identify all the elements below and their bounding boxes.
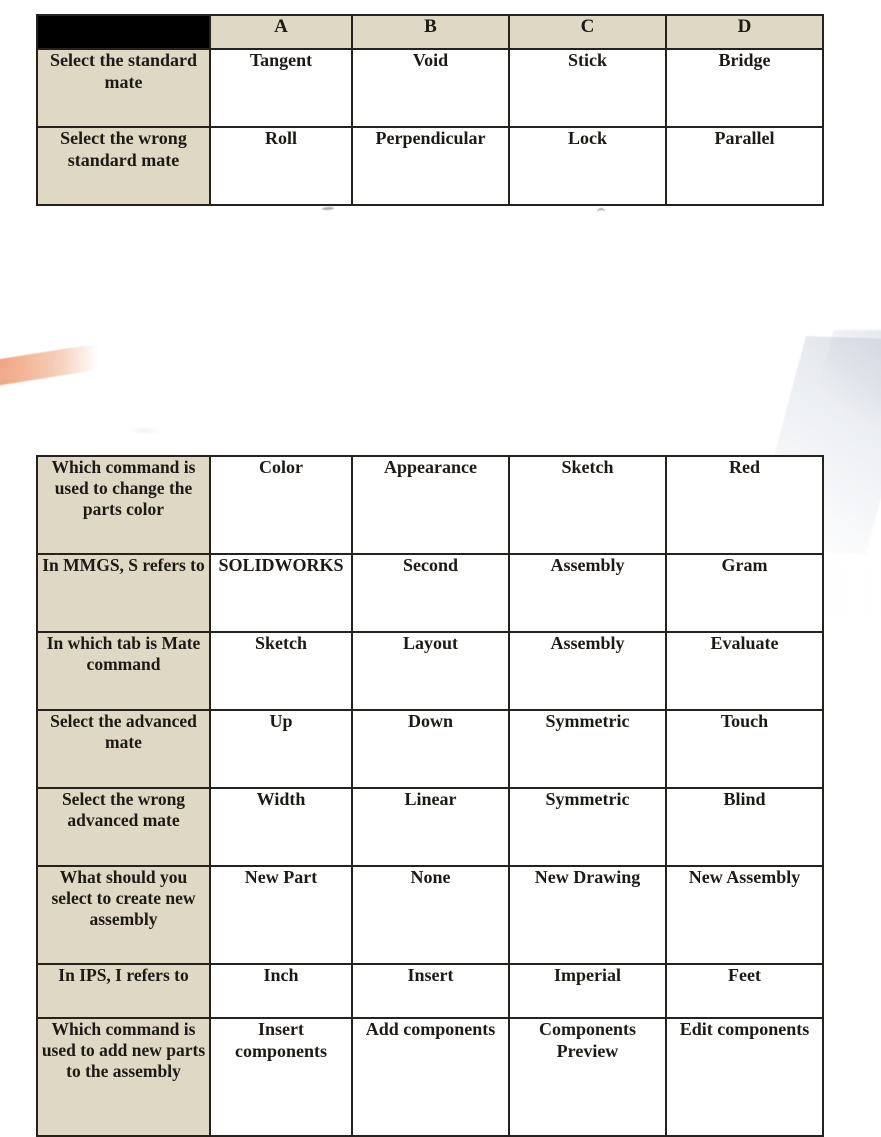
table-row: Select the advanced mate Up Down Symmetr… <box>36 709 824 789</box>
option-b[interactable]: Layout <box>351 631 510 711</box>
option-a[interactable]: SOLIDWORKS <box>209 553 353 633</box>
header-cell-a: A <box>209 14 353 50</box>
option-c[interactable]: Stick <box>508 48 667 128</box>
table-header: A B C D <box>36 14 824 50</box>
option-b[interactable]: Second <box>351 553 510 633</box>
option-a[interactable]: Tangent <box>209 48 353 128</box>
option-b[interactable]: Insert <box>351 963 510 1019</box>
option-b[interactable]: Appearance <box>351 455 510 555</box>
commands-question-table: Which command is used to change the part… <box>36 455 824 1137</box>
table-row: In which tab is Mate command Sketch Layo… <box>36 631 824 711</box>
table-row: Select the wrong advanced mate Width Lin… <box>36 787 824 867</box>
header-row: A B C D <box>36 14 824 50</box>
option-d[interactable]: Evaluate <box>665 631 824 711</box>
option-c[interactable]: Assembly <box>508 631 667 711</box>
question-prompt: In IPS, I refers to <box>36 963 211 1019</box>
option-d[interactable]: Touch <box>665 709 824 789</box>
header-cell-blank <box>36 14 211 50</box>
option-a[interactable]: Sketch <box>209 631 353 711</box>
option-d[interactable]: Red <box>665 455 824 555</box>
table-row: Select the wrong standard mate Roll Perp… <box>36 126 824 206</box>
option-b[interactable]: Perpendicular <box>351 126 510 206</box>
question-prompt: Select the standard mate <box>36 48 211 128</box>
option-a[interactable]: Inch <box>209 963 353 1019</box>
option-c[interactable]: Sketch <box>508 455 667 555</box>
option-b[interactable]: Down <box>351 709 510 789</box>
option-c[interactable]: Assembly <box>508 553 667 633</box>
table-body: Which command is used to change the part… <box>36 455 824 1137</box>
option-d[interactable]: Edit components <box>665 1017 824 1137</box>
header-cell-d: D <box>665 14 824 50</box>
scan-speck-left-icon <box>321 206 335 211</box>
scan-speck-right-icon <box>597 208 605 217</box>
grey-diagonal-accent-decoration <box>808 330 881 420</box>
table-row: Which command is used to change the part… <box>36 455 824 555</box>
option-a[interactable]: Up <box>209 709 353 789</box>
option-c[interactable]: Lock <box>508 126 667 206</box>
standard-mates-question-table: A B C D Select the standard mate Tangent… <box>36 14 824 206</box>
option-c[interactable]: New Drawing <box>508 865 667 965</box>
option-c[interactable]: Symmetric <box>508 709 667 789</box>
question-prompt: Which command is used to add new parts t… <box>36 1017 211 1137</box>
question-prompt: Select the advanced mate <box>36 709 211 789</box>
option-a[interactable]: Insert components <box>209 1017 353 1137</box>
option-d[interactable]: Bridge <box>665 48 824 128</box>
option-c[interactable]: Components Preview <box>508 1017 667 1137</box>
header-cell-c: C <box>508 14 667 50</box>
option-b[interactable]: Void <box>351 48 510 128</box>
option-a[interactable]: Color <box>209 455 353 555</box>
option-c[interactable]: Imperial <box>508 963 667 1019</box>
table-row: In IPS, I refers to Inch Insert Imperial… <box>36 963 824 1019</box>
table-row: In MMGS, S refers to SOLIDWORKS Second A… <box>36 553 824 633</box>
question-prompt: What should you select to create new ass… <box>36 865 211 965</box>
option-d[interactable]: Blind <box>665 787 824 867</box>
question-prompt: Select the wrong standard mate <box>36 126 211 206</box>
orange-swoosh-decoration <box>0 340 122 390</box>
question-prompt: In MMGS, S refers to <box>36 553 211 633</box>
option-d[interactable]: New Assembly <box>665 865 824 965</box>
option-c[interactable]: Symmetric <box>508 787 667 867</box>
question-prompt: Select the wrong advanced mate <box>36 787 211 867</box>
option-d[interactable]: Parallel <box>665 126 824 206</box>
scan-streak-decoration <box>128 428 162 433</box>
orange-swoosh-fade-decoration <box>0 358 81 386</box>
table-row: Select the standard mate Tangent Void St… <box>36 48 824 128</box>
option-b[interactable]: Linear <box>351 787 510 867</box>
option-b[interactable]: None <box>351 865 510 965</box>
table-row: Which command is used to add new parts t… <box>36 1017 824 1137</box>
option-d[interactable]: Feet <box>665 963 824 1019</box>
option-a[interactable]: Roll <box>209 126 353 206</box>
option-d[interactable]: Gram <box>665 553 824 633</box>
table-row: What should you select to create new ass… <box>36 865 824 965</box>
header-cell-b: B <box>351 14 510 50</box>
option-b[interactable]: Add components <box>351 1017 510 1137</box>
option-a[interactable]: New Part <box>209 865 353 965</box>
question-prompt: In which tab is Mate command <box>36 631 211 711</box>
option-a[interactable]: Width <box>209 787 353 867</box>
question-prompt: Which command is used to change the part… <box>36 455 211 555</box>
table-body: Select the standard mate Tangent Void St… <box>36 48 824 206</box>
